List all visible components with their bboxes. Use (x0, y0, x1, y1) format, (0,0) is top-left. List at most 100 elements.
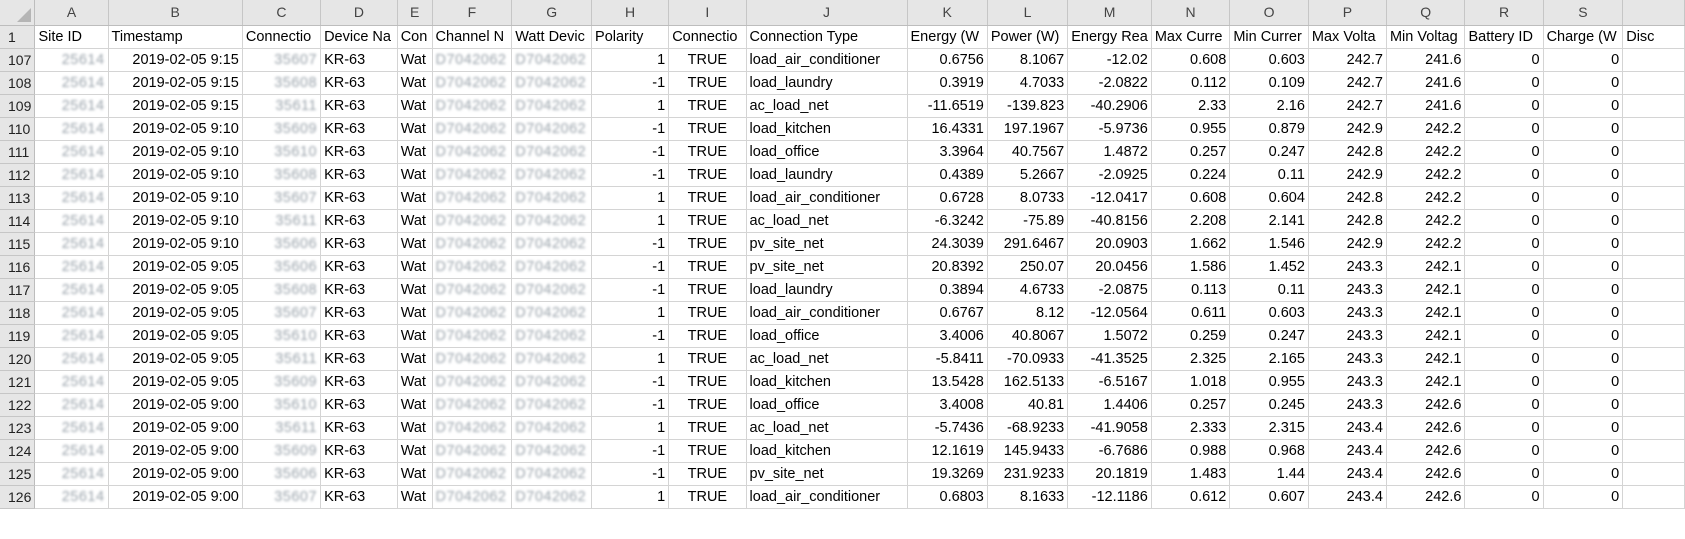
timestamp-cell[interactable]: 2019-02-05 9:00 (108, 439, 243, 463)
empty-cell[interactable] (1622, 186, 1685, 210)
device-name-cell[interactable]: KR-63 (320, 439, 398, 463)
column-header-c[interactable]: C (242, 0, 322, 26)
min-voltage-cell[interactable]: 242.6 (1386, 393, 1466, 417)
connected-cell[interactable]: TRUE (668, 324, 747, 348)
min-current-cell[interactable]: 2.165 (1229, 347, 1309, 371)
battery-id-cell[interactable]: 0 (1464, 278, 1544, 302)
polarity-cell[interactable]: 1 (591, 186, 670, 210)
connected-cell[interactable]: TRUE (668, 209, 747, 233)
timestamp-cell[interactable]: 2019-02-05 9:15 (108, 94, 243, 118)
battery-id-cell[interactable]: 0 (1464, 209, 1544, 233)
max-voltage-cell[interactable]: 242.8 (1308, 186, 1387, 210)
energy-cell[interactable]: 16.4331 (907, 117, 988, 141)
power-cell[interactable]: -139.823 (987, 94, 1069, 118)
polarity-cell[interactable]: -1 (591, 140, 670, 164)
energy-cell[interactable]: 0.6728 (907, 186, 988, 210)
header-cell[interactable]: Min Voltag (1386, 25, 1466, 49)
power-cell[interactable]: 40.81 (987, 393, 1069, 417)
timestamp-cell[interactable]: 2019-02-05 9:10 (108, 186, 243, 210)
column-header-f[interactable]: F (432, 0, 513, 26)
connected-cell[interactable]: TRUE (668, 485, 747, 509)
min-current-cell[interactable]: 1.546 (1229, 232, 1309, 256)
max-current-cell[interactable]: 0.612 (1151, 485, 1231, 509)
watt-device-cell[interactable]: D7042062 (511, 416, 593, 440)
row-header[interactable]: 1 (0, 25, 36, 49)
connection-id-cell[interactable]: 35611 (242, 209, 322, 233)
site-id-cell[interactable]: 25614 (34, 117, 109, 141)
polarity-cell[interactable]: 1 (591, 416, 670, 440)
timestamp-cell[interactable]: 2019-02-05 9:05 (108, 278, 243, 302)
header-cell[interactable]: Connection Type (746, 25, 908, 49)
connection-type-cell[interactable]: ac_load_net (746, 416, 908, 440)
connection-col-cell[interactable]: Wat (397, 301, 433, 325)
site-id-cell[interactable]: 25614 (34, 255, 109, 279)
connection-type-cell[interactable]: load_kitchen (746, 117, 908, 141)
charge-cell[interactable]: 0 (1543, 209, 1624, 233)
connection-type-cell[interactable]: load_laundry (746, 163, 908, 187)
max-voltage-cell[interactable]: 243.3 (1308, 347, 1387, 371)
watt-device-cell[interactable]: D7042062 (511, 186, 593, 210)
column-header-n[interactable]: N (1151, 0, 1231, 26)
column-header-m[interactable]: M (1067, 0, 1152, 26)
charge-cell[interactable]: 0 (1543, 255, 1624, 279)
connection-id-cell[interactable]: 35608 (242, 163, 322, 187)
connection-id-cell[interactable]: 35608 (242, 278, 322, 302)
timestamp-cell[interactable]: 2019-02-05 9:05 (108, 301, 243, 325)
max-voltage-cell[interactable]: 243.4 (1308, 485, 1387, 509)
connection-type-cell[interactable]: pv_site_net (746, 462, 908, 486)
timestamp-cell[interactable]: 2019-02-05 9:05 (108, 255, 243, 279)
polarity-cell[interactable]: -1 (591, 71, 670, 95)
energy-cell[interactable]: 13.5428 (907, 370, 988, 394)
energy-cell[interactable]: 3.3964 (907, 140, 988, 164)
connection-id-cell[interactable]: 35607 (242, 301, 322, 325)
row-header[interactable]: 123 (0, 416, 36, 440)
channel-cell[interactable]: D7042062 (432, 117, 513, 141)
device-name-cell[interactable]: KR-63 (320, 140, 398, 164)
energy-reactive-cell[interactable]: 1.4406 (1067, 393, 1152, 417)
energy-reactive-cell[interactable]: -6.7686 (1067, 439, 1152, 463)
battery-id-cell[interactable]: 0 (1464, 48, 1544, 72)
row-header[interactable]: 110 (0, 117, 36, 141)
timestamp-cell[interactable]: 2019-02-05 9:05 (108, 324, 243, 348)
max-voltage-cell[interactable]: 242.9 (1308, 232, 1387, 256)
power-cell[interactable]: 8.0733 (987, 186, 1069, 210)
min-voltage-cell[interactable]: 242.2 (1386, 232, 1466, 256)
site-id-cell[interactable]: 25614 (34, 163, 109, 187)
empty-cell[interactable] (1622, 347, 1685, 371)
max-current-cell[interactable]: 0.608 (1151, 48, 1231, 72)
row-header[interactable]: 122 (0, 393, 36, 417)
row-header[interactable]: 115 (0, 232, 36, 256)
energy-cell[interactable]: -6.3242 (907, 209, 988, 233)
charge-cell[interactable]: 0 (1543, 462, 1624, 486)
connected-cell[interactable]: TRUE (668, 370, 747, 394)
column-header-s[interactable]: S (1543, 0, 1624, 26)
energy-reactive-cell[interactable]: -40.2906 (1067, 94, 1152, 118)
column-header-q[interactable]: Q (1386, 0, 1466, 26)
site-id-cell[interactable]: 25614 (34, 71, 109, 95)
min-voltage-cell[interactable]: 242.2 (1386, 209, 1466, 233)
min-voltage-cell[interactable]: 242.2 (1386, 117, 1466, 141)
polarity-cell[interactable]: -1 (591, 324, 670, 348)
power-cell[interactable]: 162.5133 (987, 370, 1069, 394)
min-voltage-cell[interactable]: 241.6 (1386, 71, 1466, 95)
column-header-d[interactable]: D (320, 0, 398, 26)
energy-cell[interactable]: 0.3894 (907, 278, 988, 302)
power-cell[interactable]: 8.1633 (987, 485, 1069, 509)
battery-id-cell[interactable]: 0 (1464, 439, 1544, 463)
energy-reactive-cell[interactable]: -6.5167 (1067, 370, 1152, 394)
device-name-cell[interactable]: KR-63 (320, 255, 398, 279)
row-header[interactable]: 107 (0, 48, 36, 72)
channel-cell[interactable]: D7042062 (432, 48, 513, 72)
device-name-cell[interactable]: KR-63 (320, 209, 398, 233)
column-header-b[interactable]: B (108, 0, 243, 26)
charge-cell[interactable]: 0 (1543, 439, 1624, 463)
max-voltage-cell[interactable]: 242.7 (1308, 94, 1387, 118)
min-voltage-cell[interactable]: 242.1 (1386, 324, 1466, 348)
min-current-cell[interactable]: 0.11 (1229, 163, 1309, 187)
min-voltage-cell[interactable]: 242.1 (1386, 278, 1466, 302)
site-id-cell[interactable]: 25614 (34, 94, 109, 118)
connected-cell[interactable]: TRUE (668, 48, 747, 72)
energy-reactive-cell[interactable]: -2.0925 (1067, 163, 1152, 187)
channel-cell[interactable]: D7042062 (432, 462, 513, 486)
connection-id-cell[interactable]: 35609 (242, 439, 322, 463)
